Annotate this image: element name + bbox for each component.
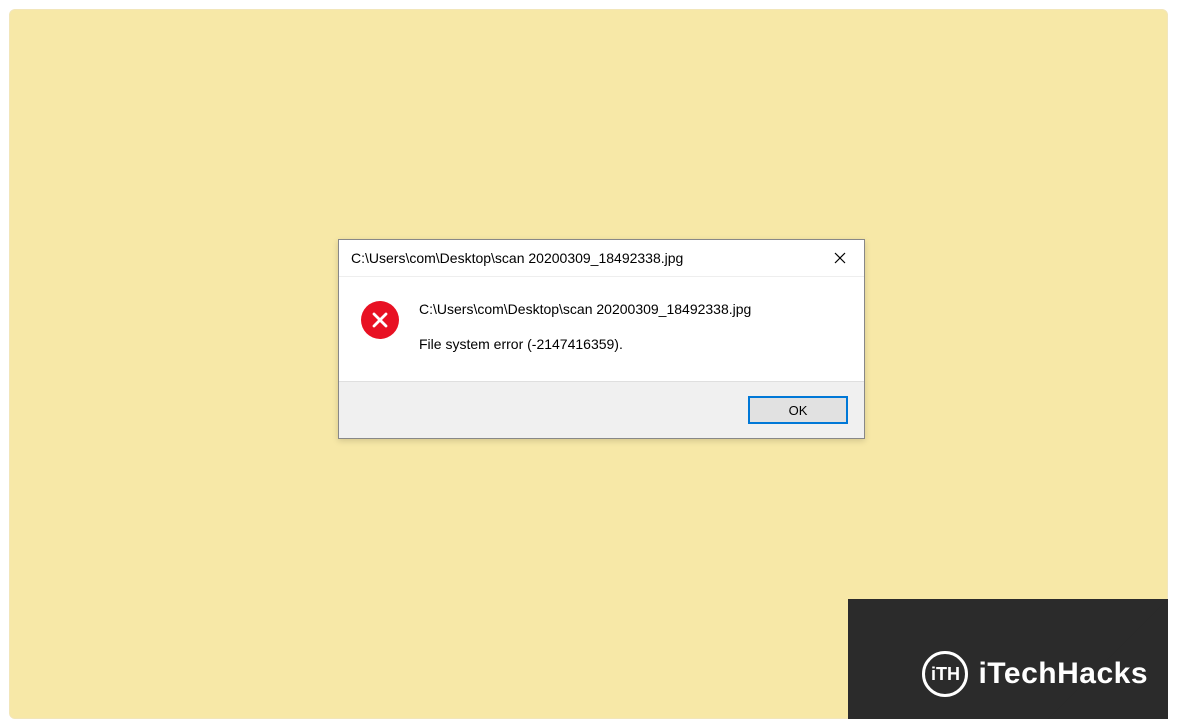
dialog-message: C:\Users\com\Desktop\scan 20200309_18492… (419, 299, 844, 355)
dialog-title: C:\Users\com\Desktop\scan 20200309_18492… (351, 250, 824, 266)
background-frame: C:\Users\com\Desktop\scan 20200309_18492… (9, 9, 1168, 719)
watermark-logo: iTH (922, 651, 968, 697)
error-dialog: C:\Users\com\Desktop\scan 20200309_18492… (338, 239, 865, 439)
ok-button[interactable]: OK (748, 396, 848, 424)
dialog-footer: OK (339, 381, 864, 438)
dialog-titlebar: C:\Users\com\Desktop\scan 20200309_18492… (339, 240, 864, 277)
error-text: File system error (-2147416359). (419, 334, 844, 355)
dialog-content: C:\Users\com\Desktop\scan 20200309_18492… (339, 277, 864, 381)
message-path: C:\Users\com\Desktop\scan 20200309_18492… (419, 299, 844, 320)
watermark-brand: iTechHacks (978, 657, 1148, 691)
close-icon (834, 252, 846, 264)
error-icon (361, 301, 399, 339)
close-button[interactable] (824, 246, 856, 270)
watermark: iTH iTechHacks (748, 599, 1168, 719)
